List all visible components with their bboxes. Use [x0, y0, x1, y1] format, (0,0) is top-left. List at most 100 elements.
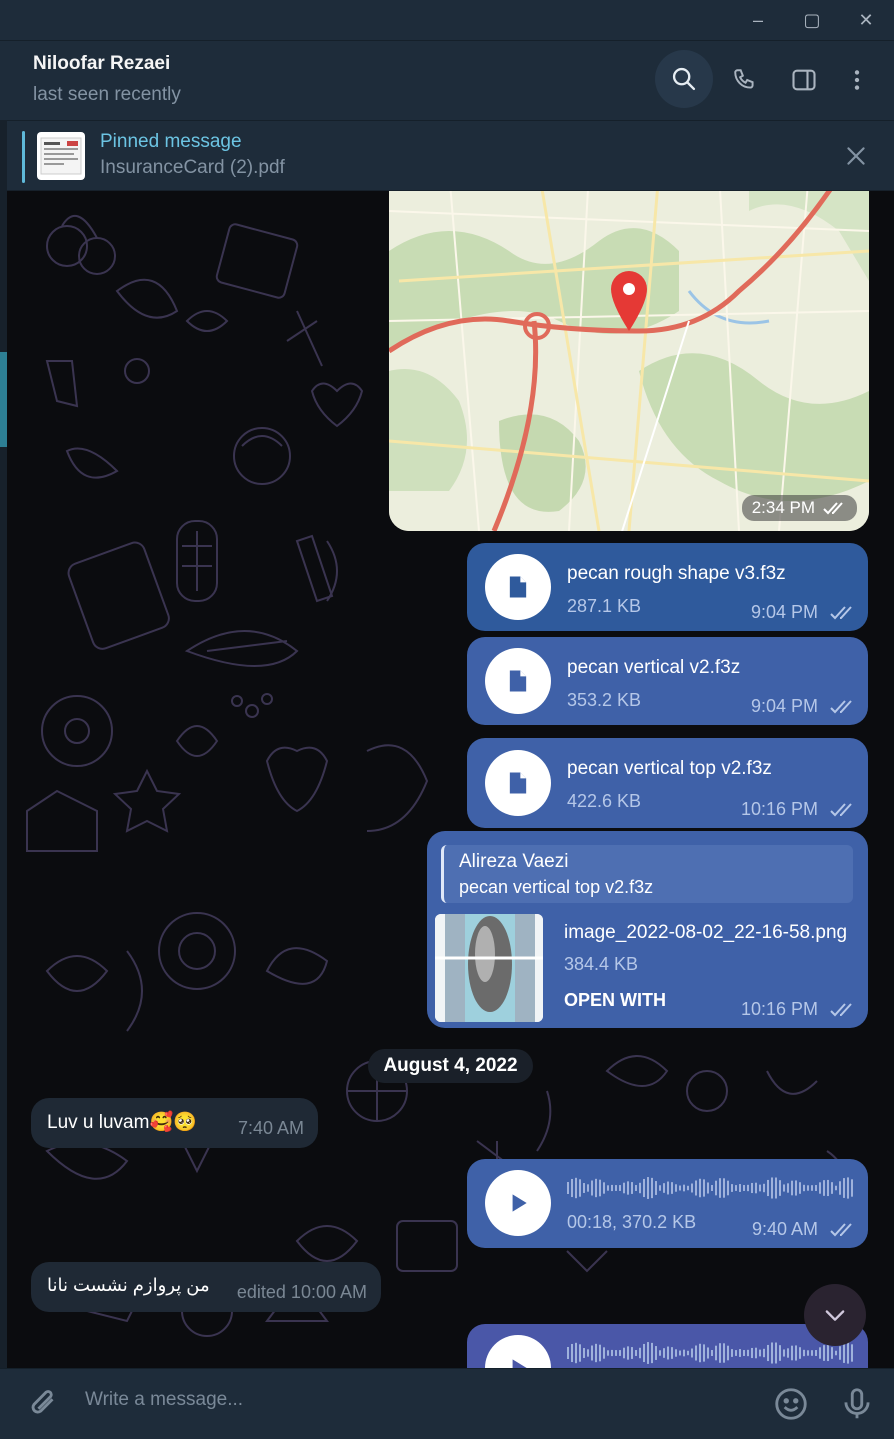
pinned-message-bar[interactable]: Pinned message InsuranceCard (2).pdf — [0, 120, 894, 190]
waveform-bar — [699, 1178, 701, 1198]
waveform-bar — [783, 1349, 785, 1357]
waveform-bar — [599, 1344, 601, 1362]
play-button[interactable] — [485, 1170, 551, 1236]
file-download-button[interactable] — [485, 750, 551, 816]
waveform-bar — [623, 1182, 625, 1194]
waveform-bar — [583, 1348, 585, 1358]
waveform-bar — [843, 1343, 845, 1363]
chat-area[interactable]: 2:34 PM pecan rough shape v3.f3z 287.1 K… — [7, 191, 894, 1368]
chat-header: Niloofar Rezaei last seen recently — [0, 40, 894, 120]
reply-image-message[interactable]: Alireza Vaezi pecan vertical top v2.f3z … — [427, 831, 868, 1028]
waveform-bar — [631, 1182, 633, 1194]
waveform-bar — [827, 1179, 829, 1197]
minimize-button[interactable]: – — [746, 8, 770, 32]
microphone-icon[interactable] — [838, 1385, 876, 1423]
close-window-button[interactable]: ✕ — [854, 8, 878, 32]
waveform-bar — [815, 1185, 817, 1191]
waveform-bar — [599, 1179, 601, 1197]
waveform-bar — [831, 1347, 833, 1359]
waveform-bar — [811, 1350, 813, 1356]
file-download-button[interactable] — [485, 648, 551, 714]
waveform-bar — [727, 1345, 729, 1361]
waveform-bar — [663, 1348, 665, 1358]
waveform-bar — [595, 1178, 597, 1198]
waveform-bar — [803, 1349, 805, 1357]
file-message[interactable]: pecan rough shape v3.f3z 287.1 KB 9:04 P… — [467, 543, 868, 631]
waveform-bar — [627, 1346, 629, 1360]
play-button[interactable] — [485, 1335, 551, 1368]
incoming-message[interactable]: من پروازم نشست نانا edited 10:00 AM — [31, 1262, 381, 1312]
play-icon — [512, 1359, 527, 1368]
waveform-bar — [619, 1350, 621, 1356]
file-size: 353.2 KB — [567, 690, 642, 710]
read-ticks-icon — [823, 502, 843, 515]
waveform-bar — [835, 1350, 837, 1356]
pinned-title: Pinned message — [100, 131, 242, 152]
waveform-bar — [595, 1343, 597, 1363]
message-text: من پروازم نشست نانا — [47, 1275, 210, 1295]
waveform-bar — [839, 1181, 841, 1195]
waveform-bar — [671, 1182, 673, 1194]
file-message[interactable]: pecan vertical v2.f3z 353.2 KB 9:04 PM — [467, 637, 868, 725]
waveform-bar — [767, 1344, 769, 1362]
waveform-bar — [775, 1177, 777, 1199]
read-ticks-icon — [830, 700, 852, 714]
call-button[interactable] — [722, 57, 768, 103]
waveform-bar — [635, 1350, 637, 1356]
waveform-bar — [755, 1347, 757, 1359]
left-accent — [0, 352, 7, 447]
waveform-bar — [783, 1184, 785, 1192]
waveform-bar — [675, 1184, 677, 1192]
search-button[interactable] — [655, 50, 713, 108]
waveform-bar — [707, 1182, 709, 1194]
voice-message[interactable]: 00:18, 370.2 KB 9:40 AM — [467, 1159, 868, 1248]
file-name: pecan vertical v2.f3z — [567, 657, 741, 678]
voice-waveform[interactable] — [567, 1340, 857, 1366]
maximize-button[interactable]: ▢ — [800, 8, 824, 32]
more-menu-button[interactable] — [834, 57, 880, 103]
waveform-bar — [571, 1178, 573, 1198]
waveform-bar — [715, 1180, 717, 1196]
waveform-bar — [751, 1182, 753, 1194]
waveform-bar — [711, 1350, 713, 1356]
emoji-icon[interactable] — [772, 1385, 810, 1423]
waveform-bar — [791, 1180, 793, 1196]
waveform-bar — [811, 1185, 813, 1191]
waveform-bar — [655, 1181, 657, 1195]
contact-name[interactable]: Niloofar Rezaei — [33, 53, 170, 75]
waveform-bar — [659, 1350, 661, 1356]
waveform-bar — [799, 1347, 801, 1359]
waveform-bar — [691, 1183, 693, 1193]
chevron-down-icon — [825, 1310, 845, 1321]
waveform-bar — [787, 1348, 789, 1358]
waveform-bar — [779, 1345, 781, 1361]
file-download-button[interactable] — [485, 554, 551, 620]
scroll-down-button[interactable] — [804, 1284, 866, 1346]
waveform-bar — [775, 1342, 777, 1364]
waveform-bar — [743, 1350, 745, 1356]
message-input[interactable]: Write a message... — [85, 1389, 243, 1411]
waveform-bar — [651, 1177, 653, 1199]
file-message[interactable]: pecan vertical top v2.f3z 422.6 KB 10:16… — [467, 738, 868, 828]
sidebar-toggle-button[interactable] — [781, 57, 827, 103]
voice-waveform[interactable] — [567, 1175, 857, 1201]
attach-icon[interactable] — [24, 1385, 62, 1423]
sidebar-toggle-icon — [792, 69, 816, 91]
message-composer: Write a message... — [0, 1368, 894, 1439]
waveform-bar — [687, 1350, 689, 1356]
open-with-button[interactable]: OPEN WITH — [564, 990, 666, 1011]
close-icon[interactable] — [843, 143, 869, 169]
contact-status: last seen recently — [33, 84, 181, 105]
waveform-bar — [603, 1182, 605, 1194]
waveform-bar — [747, 1184, 749, 1192]
reply-preview[interactable]: Alireza Vaezi pecan vertical top v2.f3z — [441, 845, 853, 903]
waveform-bar — [691, 1348, 693, 1358]
waveform-bar — [735, 1350, 737, 1356]
waveform-bar — [583, 1183, 585, 1193]
waveform-bar — [627, 1181, 629, 1195]
location-message[interactable]: 2:34 PM — [389, 191, 869, 531]
image-thumbnail[interactable] — [435, 914, 543, 1022]
waveform-bar — [763, 1183, 765, 1193]
waveform-bar — [679, 1185, 681, 1191]
incoming-message[interactable]: Luv u luvam🥰🥺 7:40 AM — [31, 1098, 318, 1148]
